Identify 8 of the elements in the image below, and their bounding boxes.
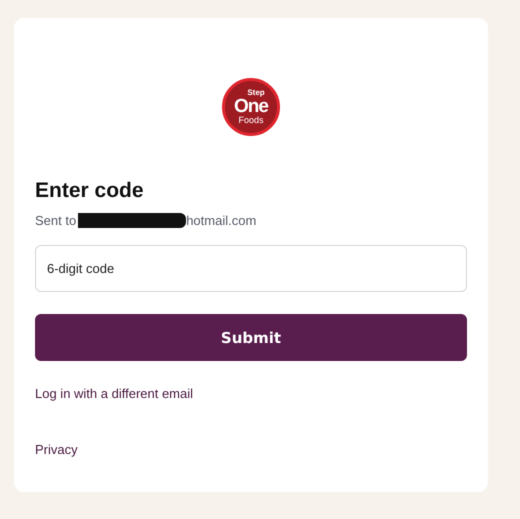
email-domain: hotmail.com bbox=[186, 213, 256, 228]
page-heading: Enter code bbox=[35, 179, 145, 203]
sent-label: Sent to bbox=[35, 213, 76, 228]
brand-logo: Step One Foods bbox=[222, 78, 280, 136]
code-input-field[interactable]: 6-digit code bbox=[35, 245, 467, 292]
privacy-link[interactable]: Privacy bbox=[35, 442, 78, 457]
submit-button[interactable]: Submit bbox=[35, 314, 467, 361]
different-email-link[interactable]: Log in with a different email bbox=[35, 386, 194, 401]
